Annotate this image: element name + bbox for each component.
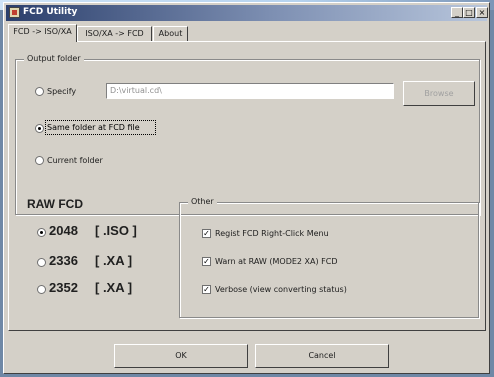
raw-2336-radio[interactable]	[37, 258, 46, 267]
raw-2352-size: 2352	[49, 280, 78, 295]
ok-button[interactable]: OK	[114, 344, 248, 368]
raw-2048-size: 2048	[49, 223, 78, 238]
raw-2352-radio[interactable]	[37, 285, 46, 294]
same-folder-label: Same folder at FCD file	[47, 123, 140, 132]
other-legend: Other	[188, 197, 217, 206]
verbose-checkbox[interactable]: ✓	[202, 285, 211, 294]
specify-radio[interactable]	[35, 87, 44, 96]
output-folder-group: Output folder Specify D:\virtual.cd\ Bro…	[15, 54, 480, 215]
raw-2048-format: [ .ISO ]	[95, 223, 137, 238]
regist-menu-checkbox[interactable]: ✓	[202, 229, 211, 238]
raw-2048-radio[interactable]	[37, 228, 46, 237]
minimize-button[interactable]: _	[451, 7, 463, 18]
warn-raw-checkbox[interactable]: ✓	[202, 257, 211, 266]
warn-raw-label: Warn at RAW (MODE2 XA) FCD	[215, 257, 338, 266]
app-icon	[9, 7, 20, 18]
regist-menu-label: Regist FCD Right-Click Menu	[215, 229, 329, 238]
tab-about[interactable]: About	[153, 26, 188, 41]
current-folder-label: Current folder	[47, 156, 103, 165]
specify-label: Specify	[47, 87, 77, 96]
maximize-button[interactable]: □	[463, 7, 475, 18]
raw-fcd-title: RAW FCD	[27, 197, 83, 211]
other-group: Other ✓ Regist FCD Right-Click Menu ✓ Wa…	[179, 197, 479, 318]
tab-fcd-to-iso[interactable]: FCD -> ISO/XA	[8, 24, 77, 42]
path-input[interactable]: D:\virtual.cd\	[106, 83, 394, 99]
tab-iso-to-fcd[interactable]: ISO/XA -> FCD	[77, 26, 152, 41]
browse-button[interactable]: Browse	[403, 81, 475, 106]
close-button[interactable]: ×	[476, 7, 488, 18]
output-folder-legend: Output folder	[24, 54, 84, 63]
tab-panel: Output folder Specify D:\virtual.cd\ Bro…	[8, 41, 486, 331]
current-folder-radio[interactable]	[35, 156, 44, 165]
raw-2352-format: [ .XA ]	[95, 280, 133, 295]
fcd-utility-window: FCD Utility _ □ × FCD -> ISO/XA ISO/XA -…	[3, 2, 490, 374]
window-title: FCD Utility	[23, 7, 78, 17]
verbose-label: Verbose (view converting status)	[215, 285, 347, 294]
raw-2336-format: [ .XA ]	[95, 253, 133, 268]
cancel-button[interactable]: Cancel	[255, 344, 389, 368]
raw-2336-size: 2336	[49, 253, 78, 268]
title-bar[interactable]: FCD Utility _ □ ×	[6, 5, 488, 21]
same-folder-radio[interactable]	[35, 124, 44, 133]
